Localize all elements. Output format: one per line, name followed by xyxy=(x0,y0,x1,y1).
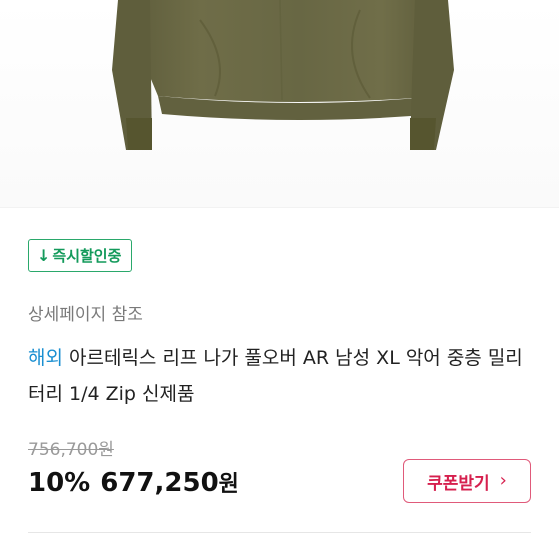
coupon-button-label: 쿠폰받기 xyxy=(427,473,490,494)
sale-price: 677,250원 xyxy=(100,466,239,498)
original-price: 756,700원 xyxy=(28,440,114,460)
sale-price-row: 10% 677,250원 xyxy=(28,466,239,498)
get-coupon-button[interactable]: 쿠폰받기 › xyxy=(403,459,531,503)
overseas-tag: 해외 xyxy=(28,347,63,369)
instant-discount-badge: ↓ 즉시할인중 xyxy=(28,239,133,272)
discount-rate: 10% xyxy=(28,468,91,498)
image-divider xyxy=(0,207,559,208)
product-title-text: 아르테릭스 리프 나가 풀오버 AR 남성 XL 악어 중층 밀리터리 1/4 … xyxy=(28,347,523,405)
currency-unit: 원 xyxy=(218,472,239,497)
product-title: 해외 아르테릭스 리프 나가 풀오버 AR 남성 XL 악어 중층 밀리터리 1… xyxy=(28,340,538,412)
sale-price-value: 677,250 xyxy=(100,468,219,498)
product-detail-page: ↓ 즉시할인중 상세페이지 참조 해외 아르테릭스 리프 나가 풀오버 AR 남… xyxy=(0,0,559,559)
garment-illustration xyxy=(112,0,454,150)
detail-page-reference: 상세페이지 참조 xyxy=(28,305,143,325)
chevron-right-icon: › xyxy=(499,470,507,491)
badge-label: 즉시할인중 xyxy=(52,247,122,265)
down-arrow-icon: ↓ xyxy=(37,245,51,265)
section-divider xyxy=(28,532,531,533)
product-image[interactable] xyxy=(0,0,559,207)
